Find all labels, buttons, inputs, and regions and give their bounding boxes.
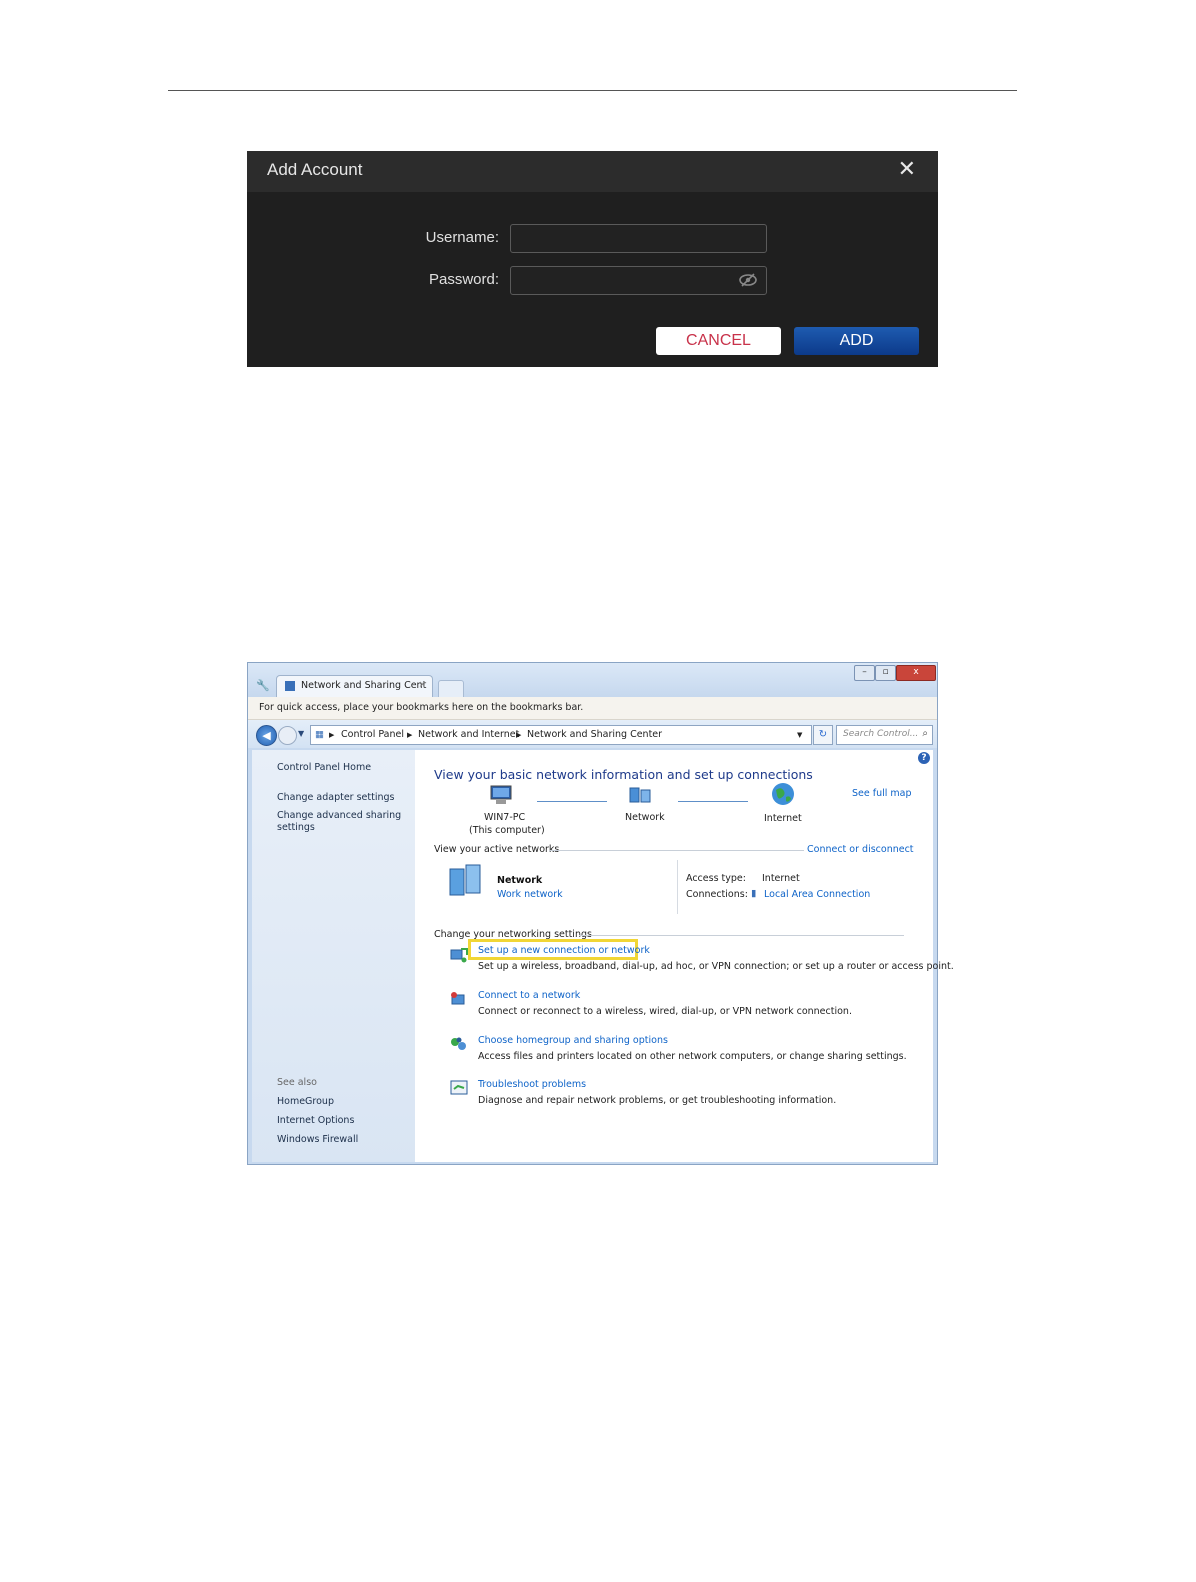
see-also-heading: See also	[277, 1077, 317, 1088]
address-bar[interactable]: ▦ ▶ Control Panel ▶ Network and Internet…	[310, 725, 812, 745]
see-full-map-link[interactable]: See full map	[852, 788, 912, 799]
add-button[interactable]: ADD	[794, 327, 919, 355]
connections-label: Connections:	[686, 889, 748, 900]
search-icon[interactable]: ⌕	[922, 728, 928, 739]
forward-button[interactable]	[278, 726, 297, 745]
globe-icon	[772, 783, 794, 805]
computer-subtitle: (This computer)	[469, 825, 545, 836]
page-heading: View your basic network information and …	[434, 767, 813, 782]
breadcrumb-arrow-icon: ▶	[516, 731, 522, 739]
task-connect-to-network-link[interactable]: Connect to a network	[478, 990, 580, 1001]
search-placeholder: Search Control...	[843, 729, 919, 739]
task-set-up-new-connection-desc: Set up a wireless, broadband, dial-up, a…	[478, 961, 954, 972]
search-input[interactable]: Search Control... ⌕	[836, 725, 933, 745]
breadcrumb-network-internet[interactable]: Network and Internet	[418, 729, 519, 740]
window-close-button[interactable]: x	[896, 665, 936, 681]
lan-connection-icon: ▮	[751, 888, 757, 899]
vertical-divider	[677, 860, 678, 914]
breadcrumb-arrow-icon: ▶	[407, 731, 413, 739]
connect-network-icon	[451, 992, 465, 1005]
task-troubleshoot-desc: Diagnose and repair network problems, or…	[478, 1095, 837, 1106]
back-button[interactable]: ◀	[256, 725, 277, 746]
username-field[interactable]	[510, 224, 767, 253]
map-link-line	[537, 801, 607, 802]
network-icon	[629, 787, 651, 803]
computer-name: WIN7-PC	[484, 812, 526, 823]
tab-label: Network and Sharing Cent	[301, 680, 427, 691]
refresh-icon[interactable]: ↻	[813, 725, 833, 745]
local-area-connection-link[interactable]: Local Area Connection	[764, 889, 870, 900]
tab-bar: 🔧 Network and Sharing Cent × – ▫ x	[248, 663, 937, 698]
breadcrumb-arrow-icon: ▶	[329, 731, 335, 739]
change-advanced-sharing-link[interactable]: Change advanced sharing	[277, 810, 401, 821]
control-panel-home-link[interactable]: Control Panel Home	[277, 762, 371, 773]
browser-window: 🔧 Network and Sharing Cent × – ▫ x For q…	[247, 662, 954, 1165]
computer-icon	[490, 785, 512, 804]
task-homegroup-link[interactable]: Choose homegroup and sharing options	[478, 1035, 668, 1046]
task-connect-to-network-desc: Connect or reconnect to a wireless, wire…	[478, 1006, 852, 1017]
active-network-name: Network	[497, 875, 543, 886]
section-divider	[549, 850, 804, 851]
tab-close-icon[interactable]: ×	[418, 680, 426, 690]
windows-firewall-link[interactable]: Windows Firewall	[277, 1134, 358, 1145]
password-field[interactable]	[510, 266, 767, 295]
homegroup-icon	[451, 1037, 466, 1050]
maximize-button[interactable]: ▫	[875, 665, 896, 681]
control-panel-icon: ▦	[315, 729, 324, 740]
task-set-up-new-connection-link[interactable]: Set up a new connection or network	[478, 945, 650, 956]
new-tab-button[interactable]	[438, 680, 464, 698]
work-network-icon	[449, 864, 481, 896]
username-label: Username:	[425, 229, 499, 246]
connect-or-disconnect-link[interactable]: Connect or disconnect	[807, 844, 914, 855]
new-connection-icon	[450, 948, 468, 963]
password-label: Password:	[428, 271, 499, 288]
left-navigation-pane: Control Panel Home Change adapter settin…	[252, 750, 415, 1162]
dialog-title: Add Account	[267, 160, 363, 179]
bookmarks-bar: For quick access, place your bookmarks h…	[248, 697, 937, 720]
troubleshoot-icon	[450, 1080, 468, 1095]
tab-network-sharing[interactable]: Network and Sharing Cent ×	[276, 675, 433, 697]
network-icon	[285, 681, 295, 691]
bookmarks-hint: For quick access, place your bookmarks h…	[259, 702, 584, 713]
change-advanced-sharing-link-line2[interactable]: settings	[277, 822, 315, 833]
homegroup-link[interactable]: HomeGroup	[277, 1096, 334, 1107]
change-adapter-settings-link[interactable]: Change adapter settings	[277, 792, 394, 803]
internet-options-link[interactable]: Internet Options	[277, 1115, 354, 1126]
section-divider	[579, 935, 904, 936]
minimize-button[interactable]: –	[854, 665, 875, 681]
work-network-link[interactable]: Work network	[497, 889, 563, 900]
wrench-icon[interactable]: 🔧	[256, 679, 270, 692]
task-homegroup-desc: Access files and printers located on oth…	[478, 1051, 907, 1062]
close-icon[interactable]: ✕	[898, 157, 916, 182]
access-type-label: Access type:	[686, 873, 746, 884]
help-icon[interactable]: ?	[918, 752, 930, 764]
main-content: ? View your basic network information an…	[415, 750, 954, 1162]
active-networks-heading: View your active networks	[434, 844, 560, 855]
address-row: ◀ ▼ ▦ ▶ Control Panel ▶ Network and Inte…	[248, 720, 937, 748]
history-dropdown-icon[interactable]: ▼	[298, 729, 304, 738]
dialog-header: Add Account ✕	[247, 151, 938, 192]
cancel-button[interactable]: CANCEL	[656, 327, 781, 355]
breadcrumb-control-panel[interactable]: Control Panel	[341, 729, 404, 740]
add-account-dialog: Add Account ✕ Username: Password: CANCEL…	[247, 151, 938, 367]
hide-password-icon[interactable]	[738, 272, 758, 288]
access-type-value: Internet	[762, 873, 800, 884]
page-top-rule	[168, 90, 1017, 91]
address-dropdown-icon[interactable]: ▼	[797, 731, 802, 739]
map-link-line	[678, 801, 748, 802]
breadcrumb-sharing-center[interactable]: Network and Sharing Center	[527, 729, 662, 740]
task-troubleshoot-link[interactable]: Troubleshoot problems	[478, 1079, 586, 1090]
network-node-label: Network	[625, 812, 665, 823]
internet-node-label: Internet	[764, 813, 802, 824]
